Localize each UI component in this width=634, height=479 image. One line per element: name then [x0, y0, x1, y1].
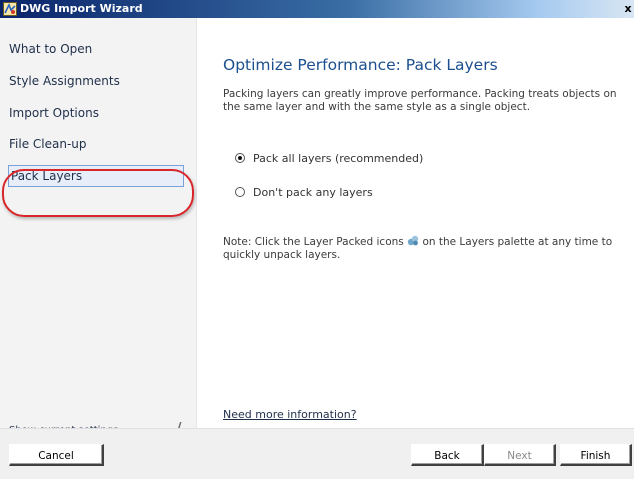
- sidebar-item-what-to-open[interactable]: What to Open: [9, 42, 92, 56]
- pack-all-layers-label: Pack all layers (recommended): [253, 152, 424, 165]
- note-text-start: Note: Click the Layer Packed icons: [223, 236, 404, 248]
- next-button[interactable]: Next: [484, 444, 556, 466]
- sidebar-item-style-assignments[interactable]: Style Assignments: [9, 74, 120, 88]
- content-panel: Optimize Performance: Pack Layers Packin…: [197, 18, 634, 428]
- sidebar-item-file-clean-up[interactable]: File Clean-up: [9, 137, 87, 151]
- title-bar[interactable]: DWG Import Wizard x: [0, 0, 634, 18]
- radio-button-unchecked[interactable]: [235, 187, 245, 197]
- sidebar-item-pack-layers[interactable]: Pack Layers: [8, 165, 184, 187]
- dont-pack-layers-option[interactable]: Don't pack any layers: [235, 186, 373, 199]
- sidebar: What to Open Style Assignments Import Op…: [0, 18, 197, 436]
- dwg-import-wizard-window: DWG Import Wizard x What to Open Style A…: [0, 0, 634, 479]
- finish-button[interactable]: Finish: [560, 444, 632, 466]
- back-button[interactable]: Back: [411, 444, 484, 466]
- pack-all-layers-option[interactable]: Pack all layers (recommended): [235, 152, 423, 165]
- sidebar-item-import-options[interactable]: Import Options: [9, 106, 99, 120]
- app-icon: [3, 2, 17, 16]
- note-text: Note: Click the Layer Packed icons on th…: [223, 235, 623, 262]
- layer-packed-icon: [407, 235, 419, 246]
- page-description: Packing layers can greatly improve perfo…: [223, 88, 617, 113]
- cancel-button[interactable]: Cancel: [9, 444, 104, 466]
- window-title: DWG Import Wizard: [20, 2, 143, 15]
- close-button[interactable]: x: [622, 1, 634, 16]
- need-more-information-link[interactable]: Need more information?: [223, 408, 357, 421]
- page-title: Optimize Performance: Pack Layers: [223, 56, 498, 74]
- radio-button-checked[interactable]: [235, 153, 245, 163]
- dont-pack-layers-label: Don't pack any layers: [253, 186, 373, 199]
